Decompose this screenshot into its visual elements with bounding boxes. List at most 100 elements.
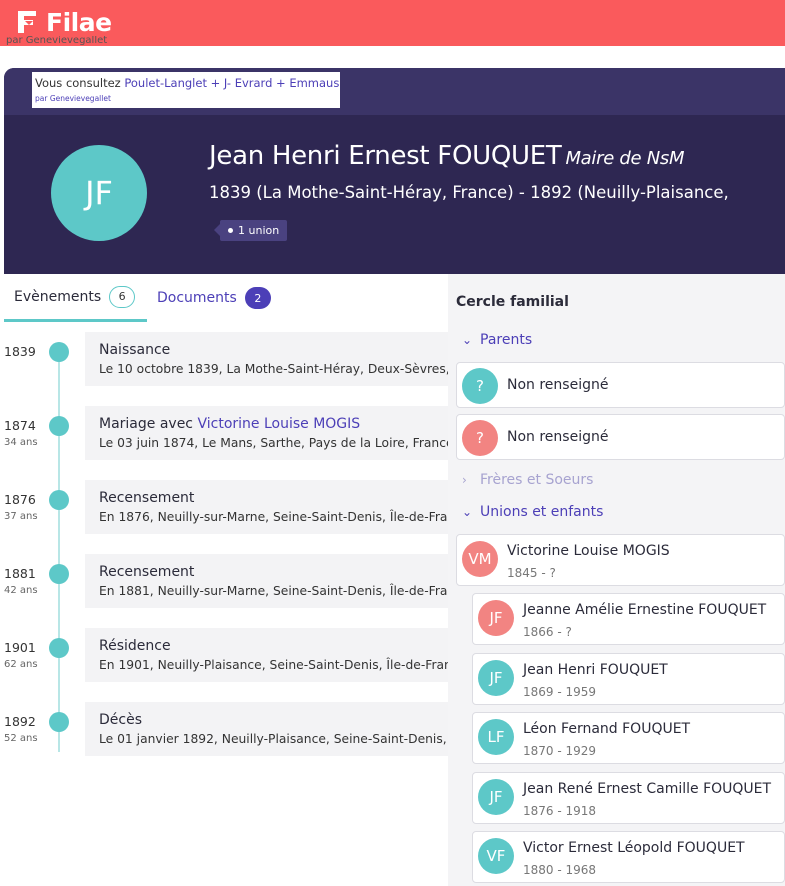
- event-year: 1881: [4, 566, 36, 581]
- union-badge-label: 1 union: [238, 224, 280, 237]
- event-age: 52 ans: [4, 733, 38, 744]
- person-full-name: Jean Henri Ernest FOUQUET: [209, 141, 562, 171]
- logo-text: Filae: [46, 7, 112, 37]
- child-card[interactable]: LF Léon Fernand FOUQUET 1870 - 1929: [472, 712, 785, 764]
- event-year: 1892: [4, 714, 36, 729]
- timeline-dot-icon: [49, 416, 69, 436]
- child-name: Léon Fernand FOUQUET: [523, 721, 691, 737]
- unknown-parent-avatar: ?: [462, 368, 498, 404]
- events-count-badge: 6: [109, 285, 136, 308]
- events-timeline: 1839 Naissance Le 10 octobre 1839, La Mo…: [0, 322, 448, 886]
- event-title: Résidence: [99, 638, 171, 654]
- child-dates: 1866 - ?: [523, 625, 572, 639]
- owner-text: par Genevievegallet: [6, 36, 108, 46]
- tab-events-label: Evènements: [14, 288, 102, 305]
- timeline-dot-icon: [49, 342, 69, 362]
- event-description: Le 01 janvier 1892, Neuilly-Plaisance, S…: [99, 732, 448, 746]
- timeline-dot-icon: [49, 490, 69, 510]
- tab-documents[interactable]: Documents 2: [157, 274, 271, 322]
- event-title-text: Mariage avec: [99, 416, 198, 432]
- parent-name: Non renseigné: [507, 429, 609, 445]
- event-description: En 1901, Neuilly-Plaisance, Seine-Saint-…: [99, 658, 448, 672]
- dot-icon: [228, 228, 233, 233]
- siblings-label: Frères et Soeurs: [480, 472, 594, 488]
- child-dates: 1870 - 1929: [523, 744, 597, 758]
- child-card[interactable]: VF Victor Ernest Léopold FOUQUET 1880 - …: [472, 831, 785, 883]
- parents-toggle[interactable]: ⌄ Parents: [462, 332, 532, 348]
- chevron-down-icon: ⌄: [462, 505, 473, 519]
- event-age: 42 ans: [4, 585, 38, 596]
- event-title: Décès: [99, 712, 142, 728]
- event-age: 37 ans: [4, 511, 38, 522]
- event-card[interactable]: Recensement En 1881, Neuilly-sur-Marne, …: [85, 554, 448, 608]
- parent-card[interactable]: ? Non renseigné: [456, 414, 785, 460]
- filae-logo-icon: [18, 11, 36, 33]
- person-title: Maire de NsM: [565, 148, 685, 169]
- top-bar: Filae par Genevievegallet: [0, 0, 785, 46]
- family-circle-panel: Cercle familial ⌄ Parents ? Non renseign…: [448, 274, 785, 886]
- timeline-dot-icon: [49, 564, 69, 584]
- timeline-event[interactable]: 1901 62 ans Résidence En 1901, Neuilly-P…: [0, 618, 448, 682]
- timeline-event[interactable]: 1874 34 ans Mariage avec Victorine Louis…: [0, 396, 448, 460]
- child-name: Jean René Ernest Camille FOUQUET: [523, 781, 772, 797]
- event-card[interactable]: Naissance Le 10 octobre 1839, La Mothe-S…: [85, 332, 448, 386]
- event-age: 34 ans: [4, 437, 38, 448]
- unknown-parent-avatar: ?: [462, 420, 498, 456]
- child-name: Jeanne Amélie Ernestine FOUQUET: [523, 602, 767, 618]
- event-card[interactable]: Décès Le 01 janvier 1892, Neuilly-Plaisa…: [85, 702, 448, 756]
- timeline-event[interactable]: 1876 37 ans Recensement En 1876, Neuilly…: [0, 470, 448, 534]
- event-card[interactable]: Mariage avec Victorine Louise MOGIS Le 0…: [85, 406, 448, 460]
- timeline-dot-icon: [49, 638, 69, 658]
- spouse-link[interactable]: Victorine Louise MOGIS: [197, 416, 360, 432]
- child-card[interactable]: JF Jean René Ernest Camille FOUQUET 1876…: [472, 772, 785, 824]
- unions-label: Unions et enfants: [480, 504, 604, 520]
- spouse-card[interactable]: VM Victorine Louise MOGIS 1845 - ?: [456, 534, 785, 586]
- family-circle-title: Cercle familial: [456, 294, 569, 310]
- documents-count-badge: 2: [244, 287, 271, 309]
- child-dates: 1876 - 1918: [523, 804, 597, 818]
- timeline-event[interactable]: 1839 Naissance Le 10 octobre 1839, La Mo…: [0, 322, 448, 386]
- child-avatar: VF: [478, 838, 514, 874]
- tree-owner-link[interactable]: par Genevievegallet: [35, 94, 337, 103]
- timeline-event[interactable]: 1881 42 ans Recensement En 1881, Neuilly…: [0, 544, 448, 608]
- filae-logo[interactable]: Filae: [12, 7, 112, 37]
- child-card[interactable]: JF Jean Henri FOUQUET 1869 - 1959: [472, 653, 785, 705]
- chevron-right-icon: ›: [462, 473, 467, 487]
- person-name: Jean Henri Ernest FOUQUET Maire de NsM: [209, 141, 685, 171]
- child-card[interactable]: JF Jeanne Amélie Ernestine FOUQUET 1866 …: [472, 593, 785, 645]
- event-card[interactable]: Résidence En 1901, Neuilly-Plaisance, Se…: [85, 628, 448, 682]
- person-header: Vous consultez Poulet-Langlet + J- Evrar…: [4, 68, 785, 274]
- child-avatar: JF: [478, 779, 514, 815]
- event-description: Le 10 octobre 1839, La Mothe-Saint-Héray…: [99, 362, 448, 376]
- event-title: Recensement: [99, 490, 195, 506]
- event-age: 62 ans: [4, 659, 38, 670]
- event-description: Le 03 juin 1874, Le Mans, Sarthe, Pays d…: [99, 436, 448, 450]
- tree-name-link[interactable]: Poulet-Langlet + J- Evrard + Emmaus: [124, 76, 339, 90]
- person-avatar: JF: [51, 145, 147, 241]
- event-title: Mariage avec Victorine Louise MOGIS: [99, 416, 448, 432]
- timeline-event[interactable]: 1892 52 ans Décès Le 01 janvier 1892, Ne…: [0, 692, 448, 756]
- child-avatar: LF: [478, 719, 514, 755]
- child-avatar: JF: [478, 600, 514, 636]
- timeline-dot-icon: [49, 712, 69, 732]
- parent-card[interactable]: ? Non renseigné: [456, 362, 785, 408]
- parents-label: Parents: [480, 332, 533, 348]
- chevron-down-icon: ⌄: [462, 333, 473, 347]
- tree-consult-box: Vous consultez Poulet-Langlet + J- Evrar…: [32, 72, 340, 108]
- consult-prefix: Vous consultez: [35, 76, 125, 90]
- siblings-toggle[interactable]: › Frères et Soeurs: [462, 472, 593, 488]
- tab-documents-label: Documents: [157, 290, 237, 306]
- tab-events[interactable]: Evènements 6: [4, 274, 147, 322]
- union-badge[interactable]: 1 union: [213, 220, 288, 241]
- unions-toggle[interactable]: ⌄ Unions et enfants: [462, 504, 603, 520]
- spouse-name: Victorine Louise MOGIS: [507, 543, 670, 559]
- spouse-dates: 1845 - ?: [507, 566, 556, 580]
- parent-name: Non renseigné: [507, 377, 609, 393]
- spouse-avatar: VM: [462, 541, 498, 577]
- tabs: Evènements 6 Documents 2: [4, 274, 448, 322]
- event-description: En 1876, Neuilly-sur-Marne, Seine-Saint-…: [99, 510, 448, 524]
- event-title: Naissance: [99, 342, 171, 358]
- child-dates: 1869 - 1959: [523, 685, 597, 699]
- event-card[interactable]: Recensement En 1876, Neuilly-sur-Marne, …: [85, 480, 448, 534]
- event-year: 1876: [4, 492, 36, 507]
